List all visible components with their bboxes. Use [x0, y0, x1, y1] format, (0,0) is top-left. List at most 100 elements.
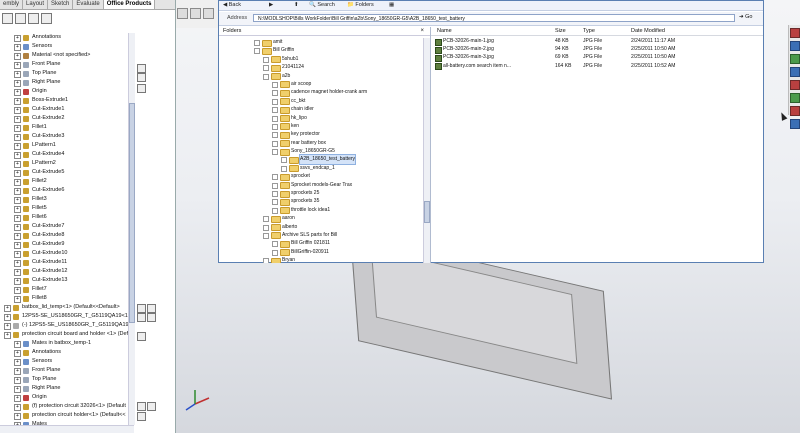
expand-icon[interactable]: +	[14, 197, 21, 204]
folder-tree-item[interactable]: Bill Griffin	[219, 46, 423, 55]
folder-tree-item[interactable]: rear battery box	[219, 139, 423, 148]
expand-icon[interactable]: +	[14, 170, 21, 177]
feature-tree-item[interactable]: + Fillet5	[0, 204, 130, 213]
expand-icon[interactable]: +	[14, 287, 21, 294]
file-explorer-icon[interactable]	[790, 54, 800, 64]
feature-tree-item[interactable]: + Cut-Extrude13	[0, 276, 130, 285]
expand-icon[interactable]	[272, 182, 278, 189]
expand-icon[interactable]: +	[14, 44, 21, 51]
expand-icon[interactable]	[272, 90, 278, 97]
expand-icon[interactable]: +	[14, 206, 21, 213]
expand-icon[interactable]	[272, 123, 278, 130]
folder-tree-item[interactable]: amit	[219, 38, 423, 47]
expand-icon[interactable]: +	[14, 260, 21, 267]
feature-tree-item[interactable]: + Material <not specified>	[0, 51, 130, 60]
feature-tree-hscrollbar[interactable]	[0, 425, 134, 433]
expand-icon[interactable]	[263, 56, 269, 63]
expand-icon[interactable]: +	[14, 53, 21, 60]
feature-tree-item[interactable]: + protection circuit board and holder <1>…	[0, 330, 130, 339]
column-type-header[interactable]: Type	[583, 27, 595, 35]
expand-icon[interactable]: +	[14, 89, 21, 96]
feature-tree-item[interactable]: + Cut-Extrude1	[0, 105, 130, 114]
expand-icon[interactable]: +	[14, 71, 21, 78]
expand-icon[interactable]	[272, 207, 278, 214]
folder-tree-item[interactable]: cadence magnet holder-crank arm	[219, 88, 423, 97]
folder-tree-item[interactable]: key protector	[219, 130, 423, 139]
expand-icon[interactable]	[263, 65, 269, 72]
folder-tree-scrollbar[interactable]	[423, 38, 430, 263]
close-icon[interactable]: ×	[420, 27, 424, 36]
expand-icon[interactable]: +	[14, 278, 21, 285]
command-tab[interactable]: Office Products	[103, 0, 156, 9]
view-orientation-icon[interactable]	[190, 8, 201, 19]
expand-icon[interactable]: +	[14, 215, 21, 222]
folder-tree-item[interactable]: Bill Griffin 021811	[219, 239, 423, 248]
feature-tree-item[interactable]: + Cut-Extrude2	[0, 114, 130, 123]
feature-tree-item[interactable]: + LPattern1	[0, 141, 130, 150]
folder-tree-item[interactable]: a2b	[219, 72, 423, 81]
feature-tree-item[interactable]: + Front Plane	[0, 366, 130, 375]
property-manager-tab-icon[interactable]	[15, 13, 26, 24]
folder-tree-item[interactable]: aaron	[219, 214, 423, 223]
expand-icon[interactable]: +	[14, 233, 21, 240]
folder-tree-item[interactable]: Bryan	[219, 256, 423, 263]
expand-icon[interactable]	[272, 107, 278, 114]
feature-tree-item[interactable]: + Mates in batbox_temp-1	[0, 339, 130, 348]
expand-icon[interactable]: +	[14, 350, 21, 357]
folder-tree-item[interactable]: sprockets 25	[219, 189, 423, 198]
expand-icon[interactable]: +	[14, 35, 21, 42]
feature-tree-item[interactable]: + Cut-Extrude5	[0, 168, 130, 177]
command-tab[interactable]: Layout	[23, 0, 49, 9]
folder-tree-item[interactable]: cc_bkt	[219, 97, 423, 106]
expand-icon[interactable]	[272, 98, 278, 105]
column-modified-header[interactable]: Date Modified	[631, 27, 665, 35]
display-style-icon[interactable]	[203, 8, 214, 19]
feature-tree-item[interactable]: + protection circuit holder<1> (Default<<	[0, 411, 130, 420]
feature-tree-item[interactable]: + Cut-Extrude9	[0, 240, 130, 249]
expand-icon[interactable]: +	[14, 296, 21, 303]
expand-icon[interactable]	[272, 149, 278, 156]
expand-icon[interactable]: +	[14, 179, 21, 186]
expand-icon[interactable]: +	[4, 332, 11, 339]
expand-icon[interactable]	[263, 258, 269, 263]
search-icon[interactable]	[790, 67, 800, 77]
zoom-fit-icon[interactable]	[177, 8, 188, 19]
feature-tree-scrollbar[interactable]	[128, 33, 135, 425]
expand-icon[interactable]: +	[14, 404, 21, 411]
back-button[interactable]: ◀ Back	[223, 1, 241, 10]
search-button[interactable]: 🔍 Search	[309, 1, 335, 10]
forward-button[interactable]: ▶	[269, 1, 273, 10]
expand-icon[interactable]: +	[14, 161, 21, 168]
folder-tree-item[interactable]: hk_lipo	[219, 114, 423, 123]
expand-icon[interactable]: +	[14, 395, 21, 402]
command-tab[interactable]: Evaluate	[73, 0, 104, 9]
feature-tree-item[interactable]: + Sensors	[0, 42, 130, 51]
feature-tree-item[interactable]: + Top Plane	[0, 375, 130, 384]
folder-tree-item[interactable]: air scoop	[219, 80, 423, 89]
expand-icon[interactable]: +	[14, 80, 21, 87]
folder-tree-item[interactable]: Archive SLS parts for Bill	[219, 231, 423, 240]
views-button[interactable]: ▦	[389, 1, 394, 10]
feature-tree-item[interactable]: + Sensors	[0, 357, 130, 366]
expand-icon[interactable]: +	[14, 125, 21, 132]
feature-tree-item[interactable]: + Front Plane	[0, 60, 130, 69]
feature-tree-item[interactable]: + Origin	[0, 393, 130, 402]
expand-icon[interactable]	[272, 191, 278, 198]
folder-tree-item[interactable]: alberto	[219, 223, 423, 232]
configuration-manager-tab-icon[interactable]	[28, 13, 39, 24]
feature-tree-item[interactable]: + Cut-Extrude3	[0, 132, 130, 141]
feature-tree-item[interactable]: + Cut-Extrude10	[0, 249, 130, 258]
feature-tree-item[interactable]: + Origin	[0, 87, 130, 96]
expand-icon[interactable]: +	[14, 368, 21, 375]
expand-icon[interactable]: +	[14, 134, 21, 141]
feature-tree-item[interactable]: + Fillet1	[0, 123, 130, 132]
feature-tree-item[interactable]: +12PS5-SE_US18650GR_T_G5119QA19<1>	[0, 312, 130, 321]
folder-tree-item[interactable]: BillGriffin-020911	[219, 248, 423, 257]
expand-icon[interactable]	[272, 81, 278, 88]
expand-icon[interactable]: +	[14, 377, 21, 384]
expand-icon[interactable]	[272, 115, 278, 122]
forum-icon[interactable]	[790, 119, 800, 129]
folder-tree-item[interactable]: 21041124	[219, 63, 423, 72]
expand-icon[interactable]	[272, 140, 278, 147]
expand-icon[interactable]	[281, 157, 287, 164]
